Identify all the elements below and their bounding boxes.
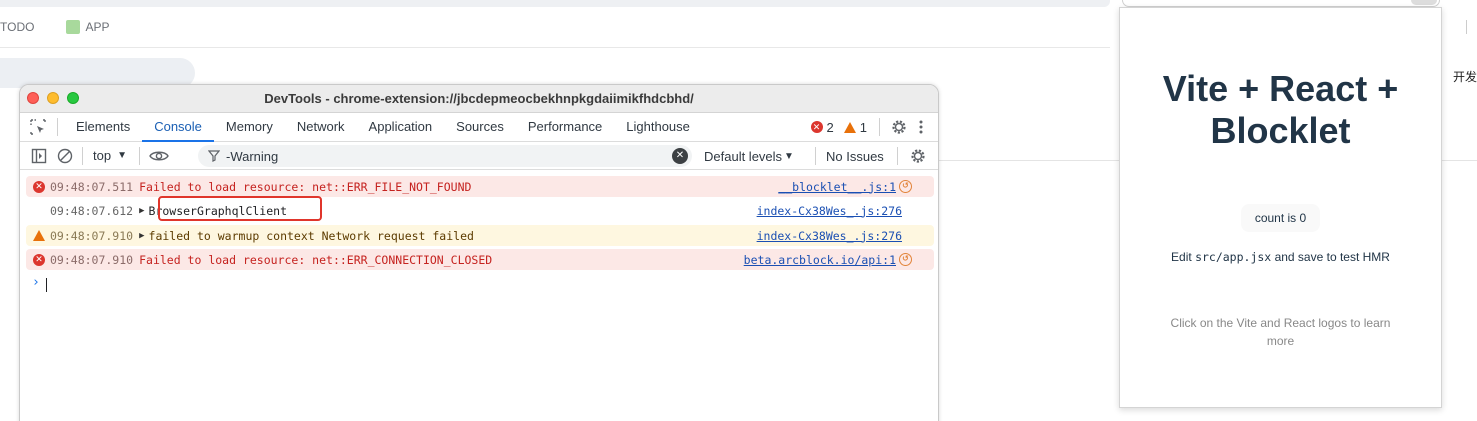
divider [1466, 20, 1467, 34]
settings-gear-icon[interactable] [888, 116, 910, 138]
source-link[interactable]: index-Cx38Wes_.js:276 [757, 204, 902, 218]
divider [897, 147, 898, 165]
source-link[interactable]: __blocklet__.js:1 [778, 180, 896, 194]
filter-value: -Warning [226, 148, 279, 164]
log-levels-dropdown[interactable]: Default levels ▼ [704, 142, 794, 170]
bookmark-todo[interactable]: TODO [0, 20, 34, 34]
expand-triangle-icon[interactable]: ▶ [139, 206, 144, 216]
edit-prefix: Edit [1171, 250, 1196, 264]
source-link[interactable]: index-Cx38Wes_.js:276 [757, 229, 902, 243]
filter-icon [208, 150, 220, 162]
app-folder-icon [66, 20, 81, 34]
bookmark-label: TODO [0, 20, 35, 34]
console-settings-gear-icon[interactable] [907, 145, 929, 167]
bookmark-label: APP [85, 20, 110, 34]
edit-instructions: Edit src/app.jsx and save to test HMR [1120, 248, 1441, 266]
browser-page: TODO APP 开发 DevTools - chrome-extension:… [0, 0, 1477, 421]
message-timestamp: 09:48:07.910 [50, 228, 134, 243]
message-text: Failed to load resource: net::ERR_FILE_N… [139, 179, 472, 194]
maximize-window-button[interactable] [67, 92, 79, 104]
inspect-element-icon[interactable] [23, 113, 53, 141]
error-icon: ✕ [32, 180, 46, 193]
sidebar-toggle-icon[interactable] [28, 145, 50, 167]
divider [815, 147, 816, 165]
message-text: Failed to load resource: net::ERR_CONNEC… [139, 252, 493, 267]
tabbar-status: ✕ 2 1 [810, 113, 938, 141]
warning-icon [32, 230, 46, 241]
tab-network[interactable]: Network [285, 113, 357, 141]
minimize-window-button[interactable] [47, 92, 59, 104]
issues-label: No Issues [826, 148, 884, 164]
tab-console[interactable]: Console [142, 113, 214, 142]
clear-console-icon[interactable] [54, 145, 76, 167]
tab-memory[interactable]: Memory [214, 113, 285, 141]
levels-label: Default levels [704, 148, 783, 164]
message-timestamp: 09:48:07.511 [50, 179, 134, 194]
divider [82, 146, 83, 165]
tab-sources[interactable]: Sources [444, 113, 516, 141]
edit-code: src/app.jsx [1195, 250, 1272, 264]
window-title: DevTools - chrome-extension://jbcdepmeoc… [264, 91, 694, 106]
divider [938, 160, 1120, 161]
live-expression-eye-icon[interactable] [148, 145, 170, 167]
network-badge-icon[interactable]: ↺ [899, 180, 912, 193]
message-text[interactable]: failed to warmup context Network request… [149, 229, 474, 243]
popup-anchor-knob [1411, 0, 1437, 5]
error-icon: ✕ [32, 253, 46, 266]
devtools-tabbar: Elements Console Memory Network Applicat… [20, 113, 938, 142]
bookmark-app[interactable]: APP [50, 20, 109, 34]
error-count[interactable]: 2 [827, 120, 834, 135]
message-timestamp: 09:48:07.910 [50, 252, 134, 267]
divider [1440, 160, 1477, 161]
console-prompt-icon: › [32, 275, 40, 290]
edit-suffix: and save to test HMR [1271, 250, 1390, 264]
close-window-button[interactable] [27, 92, 39, 104]
console-filter-input[interactable]: -Warning ✕ [198, 145, 692, 167]
tab-lighthouse[interactable]: Lighthouse [614, 113, 702, 141]
console-message[interactable]: ✕ 09:48:07.511 Failed to load resource: … [26, 176, 934, 197]
devtools-window: DevTools - chrome-extension://jbcdepmeoc… [19, 84, 939, 421]
context-label: top [93, 148, 112, 163]
divider [138, 146, 140, 165]
chevron-down-icon: ▼ [784, 150, 794, 162]
issues-button[interactable]: No Issues [826, 142, 884, 170]
address-bar-strip[interactable] [0, 0, 1110, 7]
network-badge-icon[interactable]: ↺ [899, 253, 912, 266]
warning-icon [843, 121, 856, 133]
tab-elements[interactable]: Elements [64, 113, 142, 141]
error-icon: ✕ [810, 121, 823, 133]
window-titlebar[interactable]: DevTools - chrome-extension://jbcdepmeoc… [20, 85, 938, 113]
console-message[interactable]: 09:48:07.910 ▶ failed to warmup context … [26, 225, 934, 246]
console-toolbar: top ▼ -Warning ✕ Default levels ▼ No Iss… [20, 142, 938, 170]
window-controls [27, 92, 79, 104]
expand-triangle-icon[interactable]: ▶ [139, 231, 144, 241]
message-timestamp: 09:48:07.612 [50, 203, 134, 218]
divider [57, 118, 58, 136]
tab-application[interactable]: Application [357, 113, 445, 141]
console-input-cursor[interactable] [46, 278, 47, 292]
count-button[interactable]: count is 0 [1240, 204, 1321, 232]
divider [0, 47, 1110, 48]
tab-performance[interactable]: Performance [516, 113, 614, 141]
bookmarks-bar: TODO APP [0, 14, 125, 40]
read-the-docs-hint: Click on the Vite and React logos to lea… [1170, 316, 1391, 348]
context-selector[interactable]: top ▼ [93, 148, 127, 163]
chevron-down-icon: ▼ [117, 150, 127, 161]
source-link[interactable]: beta.arcblock.io/api:1 [744, 253, 896, 267]
popup-title: Vite + React + Blocklet [1162, 68, 1399, 151]
console-message[interactable]: ✕ 09:48:07.910 Failed to load resource: … [26, 249, 934, 270]
popup-anchor [1122, 0, 1440, 7]
more-options-icon[interactable] [910, 116, 932, 138]
extension-popup: Vite + React + Blocklet count is 0 Edit … [1119, 7, 1442, 408]
warning-count[interactable]: 1 [860, 120, 867, 135]
nav-text[interactable]: 开发 [1453, 68, 1477, 85]
annotation-highlight-box [158, 196, 322, 221]
clear-filter-icon[interactable]: ✕ [672, 148, 688, 164]
divider [879, 118, 880, 136]
